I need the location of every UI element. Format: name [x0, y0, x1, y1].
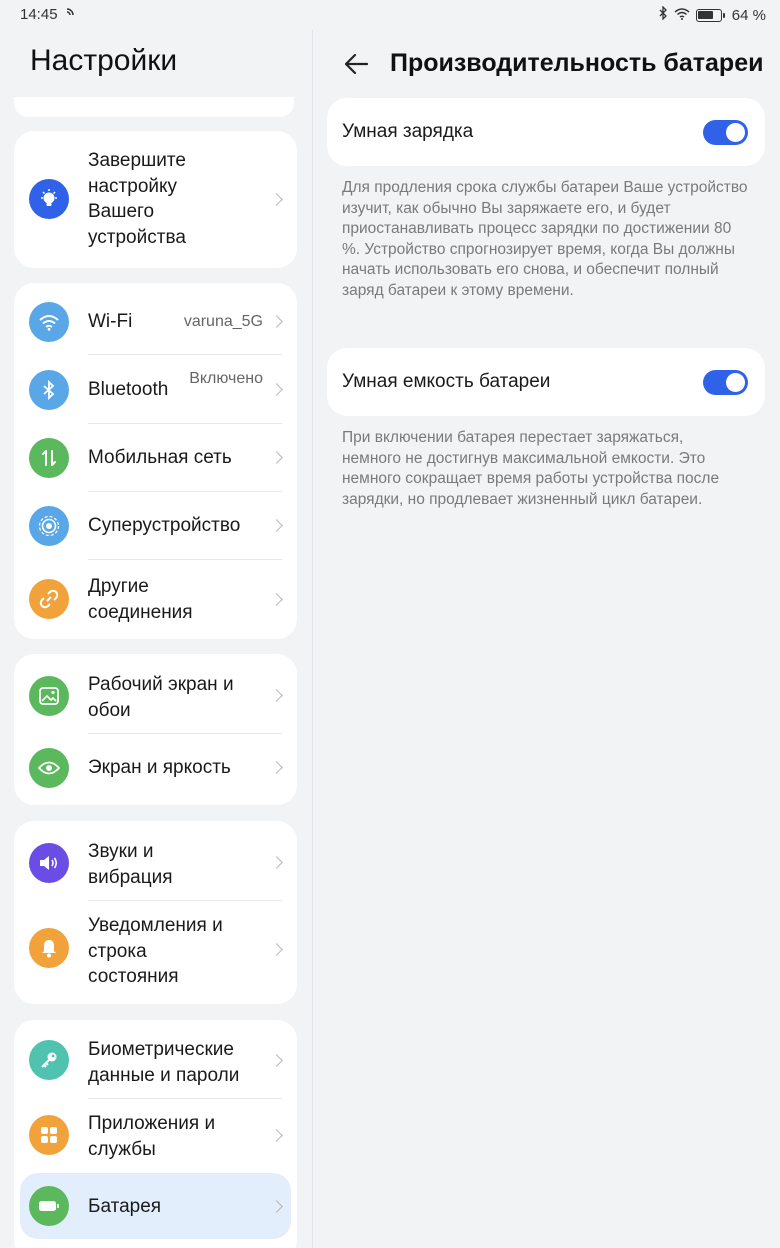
- sidebar-item-label: Другие соединения: [88, 576, 193, 623]
- sidebar-item-superdevice[interactable]: Суперустройство: [14, 492, 297, 560]
- page-title: Настройки: [30, 44, 178, 77]
- settings-sidebar: Настройки Завершите настройку Вашего уст…: [0, 0, 312, 1248]
- display-card: Рабочий экран и обои Экран и яркость: [14, 654, 297, 805]
- chevron-right-icon: [270, 519, 283, 532]
- bluetooth-icon: [29, 370, 69, 410]
- sidebar-item-display-brightness[interactable]: Экран и яркость: [14, 734, 297, 805]
- eye-icon: [29, 748, 69, 788]
- apps-icon: [29, 1115, 69, 1155]
- connectivity-card: Wi-Fi varuna_5G Bluetooth Включено Мобил…: [14, 283, 297, 639]
- sidebar-item-wifi[interactable]: Wi-Fi varuna_5G: [14, 283, 297, 355]
- bell-icon: [29, 928, 69, 968]
- chevron-right-icon: [270, 383, 283, 396]
- chevron-right-icon: [270, 315, 283, 328]
- sidebar-item-label: Биометрические данные и пароли: [88, 1039, 240, 1086]
- superdevice-icon: [29, 506, 69, 546]
- chevron-right-icon: [270, 943, 283, 956]
- back-arrow-icon[interactable]: [342, 50, 370, 78]
- toggle-knob: [726, 123, 745, 142]
- chevron-right-icon: [270, 689, 283, 702]
- link-icon: [29, 579, 69, 619]
- sound-icon: [29, 843, 69, 883]
- sidebar-item-label: Звуки и вибрация: [88, 841, 173, 888]
- sidebar-item-label: Экран и яркость: [88, 757, 231, 778]
- smart-charging-row[interactable]: Умная зарядка: [327, 98, 765, 166]
- chevron-right-icon: [270, 761, 283, 774]
- smart-charging-label: Умная зарядка: [342, 121, 474, 142]
- sidebar-item-other-connections[interactable]: Другие соединения: [14, 560, 297, 639]
- detail-title: Производительность батареи: [390, 49, 764, 77]
- battery-icon: [695, 8, 725, 22]
- sidebar-item-label: Уведомления и строка состояния: [88, 915, 223, 987]
- smart-capacity-toggle[interactable]: [703, 370, 748, 395]
- sidebar-item-home-screen[interactable]: Рабочий экран и обои: [14, 654, 297, 734]
- chevron-right-icon: [270, 593, 283, 606]
- setup-card[interactable]: Завершите настройку Вашего устройства: [14, 131, 297, 268]
- lightbulb-icon: [29, 179, 69, 219]
- sidebar-item-sounds[interactable]: Звуки и вибрация: [14, 821, 297, 901]
- sidebar-item-mobile-network[interactable]: Мобильная сеть: [14, 424, 297, 492]
- signal-icon: [29, 438, 69, 478]
- sidebar-item-label: Суперустройство: [88, 515, 241, 536]
- setup-label: Завершите настройку Вашего устройства: [88, 150, 186, 248]
- smart-charging-description: Для продления срока службы батареи Ваше …: [342, 179, 748, 299]
- sidebar-item-battery[interactable]: Батарея: [20, 1173, 291, 1239]
- chevron-right-icon: [270, 1054, 283, 1067]
- search-bar-remnant[interactable]: [14, 97, 294, 117]
- chevron-right-icon: [270, 451, 283, 464]
- sidebar-item-biometrics[interactable]: Биометрические данные и пароли: [14, 1020, 297, 1099]
- bluetooth-icon: [658, 5, 668, 24]
- smart-capacity-description: При включении батарея перестает заряжать…: [342, 429, 720, 508]
- wifi-icon: [29, 302, 69, 342]
- sidebar-item-bluetooth[interactable]: Bluetooth Включено: [14, 355, 297, 424]
- sidebar-item-label: Приложения и службы: [88, 1113, 216, 1160]
- security-apps-battery-card: Биометрические данные и пароли Приложени…: [14, 1020, 297, 1248]
- pane-divider: [312, 30, 313, 1248]
- wifi-network-value: varuna_5G: [183, 313, 263, 330]
- sidebar-item-label: Рабочий экран и обои: [88, 674, 234, 721]
- sidebar-item-label: Батарея: [88, 1196, 162, 1217]
- sidebar-item-label: Мобильная сеть: [88, 447, 232, 468]
- smart-charging-toggle[interactable]: [703, 120, 748, 145]
- sound-notification-card: Звуки и вибрация Уведомления и строка со…: [14, 821, 297, 1004]
- status-right: 64 %: [658, 5, 766, 24]
- sidebar-item-label: Bluetooth: [88, 379, 169, 400]
- chevron-right-icon: [270, 1200, 283, 1213]
- wifi-icon: [674, 7, 690, 24]
- smart-capacity-label: Умная емкость батареи: [342, 371, 551, 392]
- wallpaper-icon: [29, 676, 69, 716]
- setup-row[interactable]: Завершите настройку Вашего устройства: [14, 131, 297, 268]
- sidebar-item-apps[interactable]: Приложения и службы: [14, 1099, 297, 1173]
- sidebar-item-notifications[interactable]: Уведомления и строка состояния: [14, 901, 297, 1004]
- chevron-right-icon: [270, 1129, 283, 1142]
- chevron-right-icon: [270, 856, 283, 869]
- key-icon: [29, 1040, 69, 1080]
- sidebar-item-label: Wi-Fi: [88, 311, 133, 332]
- smart-capacity-row[interactable]: Умная емкость батареи: [327, 348, 765, 416]
- chevron-right-icon: [270, 193, 283, 206]
- toggle-knob: [726, 373, 745, 392]
- battery-icon: [29, 1186, 69, 1226]
- battery-percent: 64 %: [731, 6, 766, 24]
- bluetooth-status-value: Включено: [189, 370, 263, 387]
